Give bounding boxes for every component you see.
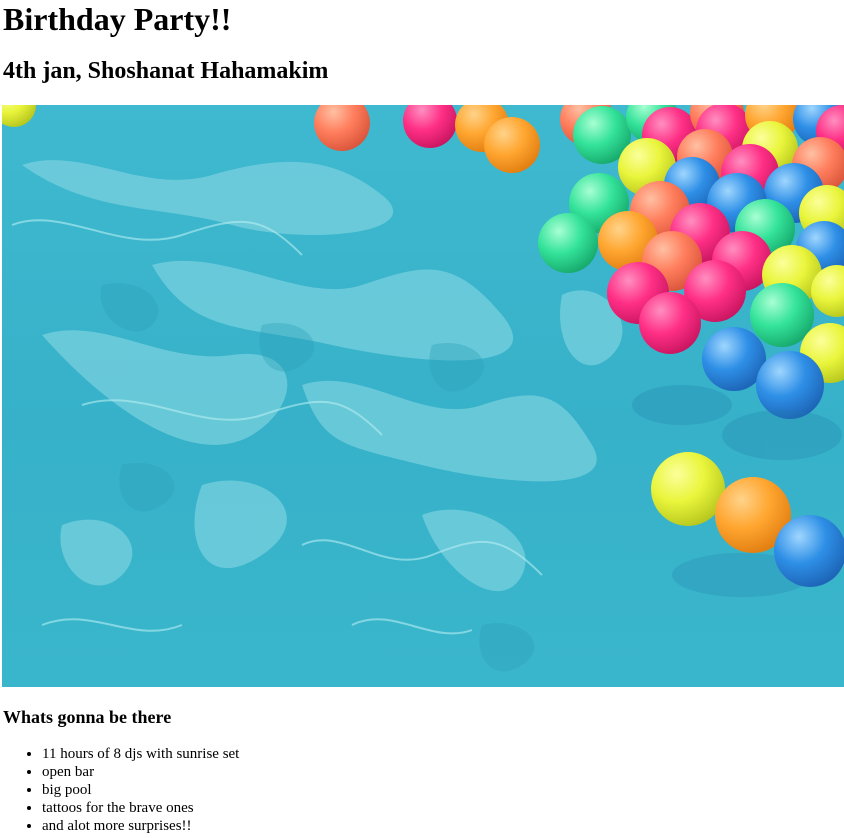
page-subtitle: 4th jan, Shoshanat Hahamakim <box>3 58 329 84</box>
list-item: and alot more surprises!! <box>42 817 239 835</box>
features-list: 11 hours of 8 djs with sunrise set open … <box>0 745 239 835</box>
list-item: open bar <box>42 763 239 781</box>
pool-with-floating-balls-image <box>2 105 844 687</box>
list-item: tattoos for the brave ones <box>42 799 239 817</box>
list-item: 11 hours of 8 djs with sunrise set <box>42 745 239 763</box>
section-heading: Whats gonna be there <box>3 707 172 727</box>
page-title: Birthday Party!! <box>3 1 232 37</box>
list-item: big pool <box>42 781 239 799</box>
page: Birthday Party!! 4th jan, Shoshanat Haha… <box>0 0 844 838</box>
